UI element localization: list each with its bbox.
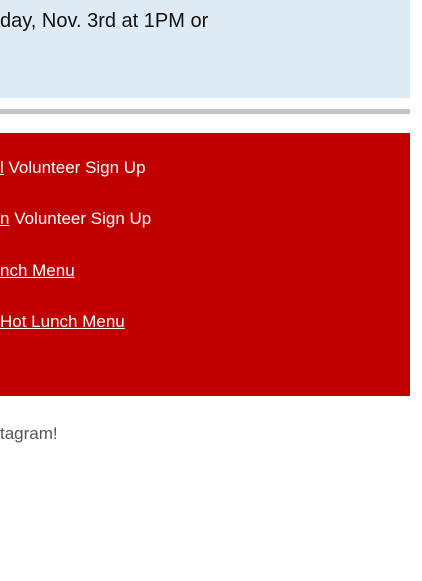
section-divider [0, 109, 410, 114]
quick-links-panel: l Volunteer Sign Up n Volunteer Sign Up … [0, 133, 410, 396]
hot-lunch-menu-item: Hot Lunch Menu [0, 311, 125, 333]
lunch-menu-link[interactable]: nch Menu [0, 261, 75, 280]
lunch-menu-item: nch Menu [0, 260, 75, 282]
volunteer-signup-label-2: Volunteer Sign Up [9, 209, 152, 228]
volunteer-signup-item-2: n Volunteer Sign Up [0, 208, 151, 230]
page: day, Nov. 3rd at 1PM or l Volunteer Sign… [0, 0, 422, 581]
announcement-text: day, Nov. 3rd at 1PM or [0, 10, 209, 32]
announcement-box: day, Nov. 3rd at 1PM or [0, 0, 410, 98]
volunteer-signup-label-1: Volunteer Sign Up [3, 158, 146, 177]
instagram-text: tagram! [0, 424, 58, 443]
volunteer-signup-item-1: l Volunteer Sign Up [0, 157, 146, 179]
hot-lunch-menu-link[interactable]: Hot Lunch Menu [0, 312, 125, 331]
